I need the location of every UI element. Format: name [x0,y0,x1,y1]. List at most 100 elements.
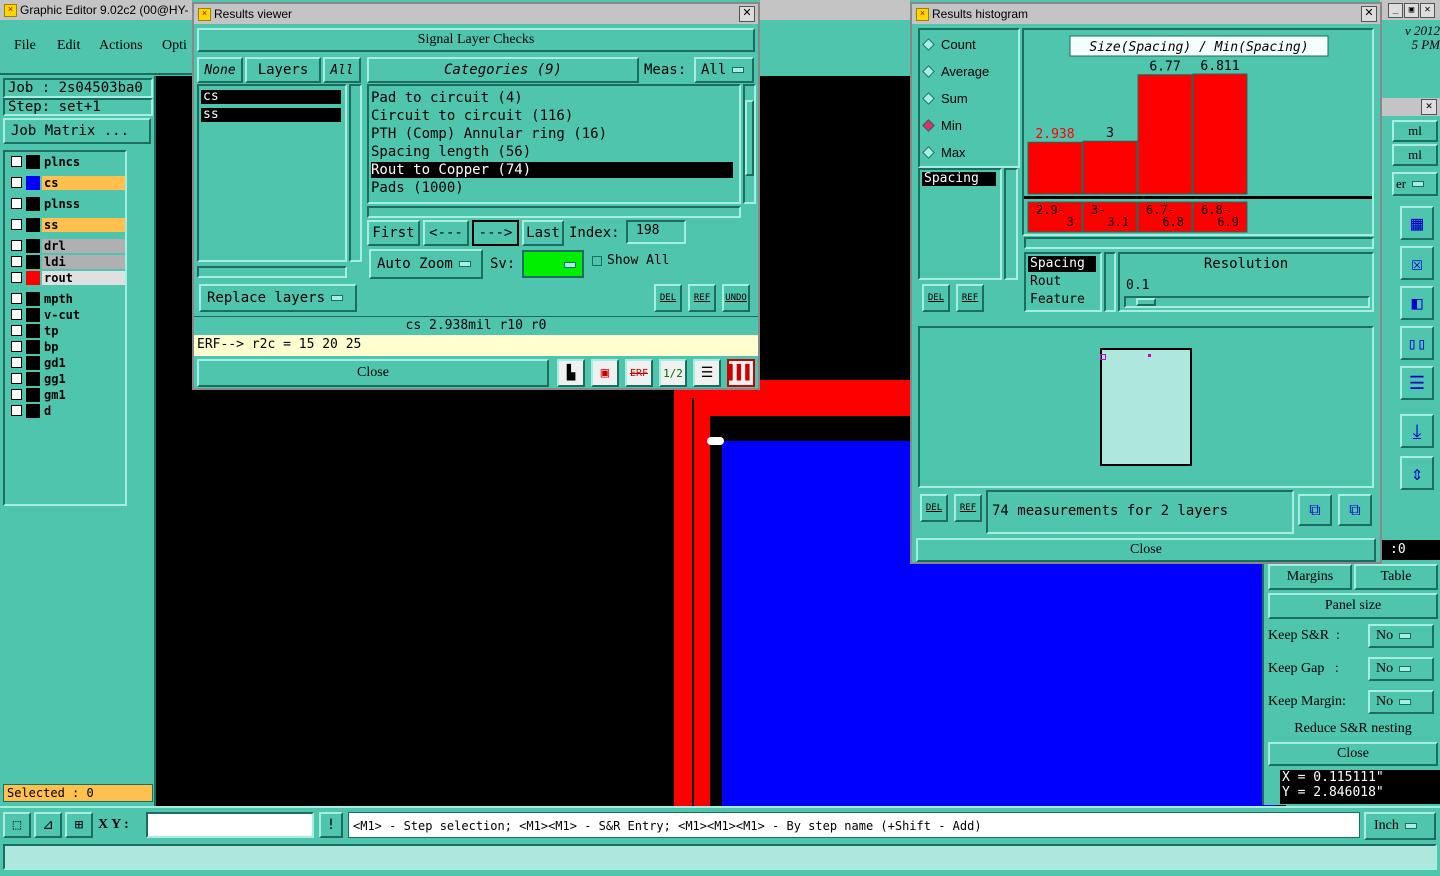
layer-checkbox[interactable] [11,325,22,336]
layer-item-ss[interactable]: ss [201,108,341,122]
close-icon[interactable]: ✕ [1361,6,1377,22]
list2[interactable]: Spacing Rout Feature [1024,252,1102,312]
units-dropdown[interactable]: Inch [1364,812,1436,840]
auto-zoom-dropdown[interactable]: Auto Zoom [369,249,483,279]
layer-checkbox[interactable] [11,219,22,230]
report-icon[interactable]: ▣ [591,359,619,387]
category-list-vscroll[interactable] [743,84,756,204]
layer-row[interactable]: mpth [7,291,125,306]
layer-row[interactable]: ldi [7,254,125,269]
list2-item-feature[interactable]: Feature [1030,292,1085,307]
layer-checkbox[interactable] [11,309,22,320]
layer-item-cs[interactable]: cs [201,90,341,104]
histogram-bar[interactable] [1192,73,1248,195]
none-button[interactable]: None [197,57,243,83]
aggregate-option[interactable]: Max [922,144,966,160]
erf-icon[interactable]: ERF [625,359,653,387]
preview-del-button[interactable]: DEL [920,494,948,522]
slider-thumb[interactable] [1136,298,1156,306]
aggregate-option[interactable]: Sum [922,90,968,106]
histogram-icon[interactable]: ▌▌▌ [727,359,755,387]
last-button[interactable]: Last [522,220,564,246]
layer-row[interactable]: bp [7,339,125,354]
grid-icon[interactable]: ▦ [1400,206,1434,240]
ml-button-1[interactable]: ml [1392,120,1438,142]
layer-row[interactable]: gd1 [7,355,125,370]
aggregate-option[interactable]: Min [922,117,962,133]
aggregate-option[interactable]: Count [922,36,976,52]
layer-row[interactable]: v-cut [7,307,125,322]
steps-icon[interactable]: 1/2 [659,359,687,387]
list2-item-spacing[interactable]: Spacing [1028,256,1096,272]
aggregate-option[interactable]: Average [922,63,989,79]
menu-options[interactable]: Opti [162,38,187,54]
xy-input[interactable] [146,812,314,838]
notes-icon[interactable]: ☰ [693,359,721,387]
layer-checkbox[interactable] [11,357,22,368]
histogram-bar[interactable] [1137,74,1193,195]
results-viewer-close-button[interactable]: Close [197,359,549,387]
category-item[interactable]: Circuit to circuit (116) [371,108,733,124]
close-icon[interactable]: ✕ [1421,99,1437,115]
all-layers-button[interactable]: All [323,57,361,83]
table-button[interactable]: Table [1354,564,1438,590]
histogram-hscroll[interactable] [1024,237,1374,249]
layer-checkbox[interactable] [11,156,22,167]
histogram-close-button[interactable]: Close [916,538,1376,562]
layer-results-list[interactable]: cs ss [197,84,347,262]
layer-checkbox[interactable] [11,240,22,251]
layer-row[interactable]: ss [7,217,125,232]
undo-button[interactable]: UNDO [722,284,750,312]
minimize-icon[interactable]: _ [1388,3,1403,18]
category-list[interactable]: Pad to circuit (4) Circuit to circuit (11… [367,84,741,204]
zoom-in-icon[interactable]: ⧉ [1298,494,1332,526]
scroll-thumb[interactable] [745,100,754,176]
index-field[interactable]: 198 [626,220,686,244]
list2-item-rout[interactable]: Rout [1030,274,1061,289]
histogram-bar[interactable] [1027,141,1083,195]
layer-row[interactable]: gm1 [7,387,125,402]
previous-button[interactable]: <--- [423,220,469,246]
layer-row[interactable]: plncs [7,154,125,169]
layer-row[interactable]: gg1 [7,371,125,386]
show-all-checkbox[interactable] [592,256,602,266]
layer-row[interactable]: cs [7,175,125,190]
compress-icon[interactable]: ⇕ [1400,456,1434,490]
arrow-down-icon[interactable]: ⤓ [1400,414,1434,448]
first-button[interactable]: First [367,220,420,246]
align-icon[interactable]: ☰ [1400,366,1434,400]
ref-button[interactable]: REF [688,284,716,312]
layer-checkbox[interactable] [11,256,22,267]
replace-layers-dropdown[interactable]: Replace layers [199,284,357,312]
zoom-out-icon[interactable]: ⧉ [1338,494,1372,526]
category-item[interactable]: Pads (1000) [371,180,733,196]
layers-button[interactable]: Layers [245,57,321,83]
cross-box-icon[interactable]: ☒ [1400,246,1434,280]
layer-list-vscroll[interactable] [349,84,362,262]
del-button[interactable]: DEL [654,284,682,312]
keep-margin-dropdown[interactable]: No [1368,690,1434,714]
category-item[interactable]: Rout to Copper (74) [371,162,733,178]
layer-row[interactable]: d [7,403,125,418]
measure-icon[interactable]: ⊿ [34,812,62,838]
measure-item-spacing[interactable]: Spacing [922,172,996,186]
rotate-icon[interactable]: ◧ [1400,286,1434,320]
graph-icon[interactable]: ▙ [557,359,585,387]
hist-ref-button[interactable]: REF [956,284,984,312]
close-icon[interactable]: ✕ [739,6,755,22]
layer-checkbox[interactable] [11,405,22,416]
distribute-icon[interactable]: ▯▯ [1400,326,1434,360]
ml-button-2[interactable]: ml [1392,144,1438,166]
layer-checkbox[interactable] [11,272,22,283]
layer-checkbox[interactable] [11,198,22,209]
layer-row[interactable]: drl [7,238,125,253]
measure-list-vscroll[interactable] [1004,168,1018,280]
keep-sr-dropdown[interactable]: No [1368,624,1434,648]
resolution-slider[interactable] [1124,296,1370,308]
reduce-sr-nesting-label[interactable]: Reduce S&R nesting [1268,718,1438,740]
menu-edit[interactable]: Edit [57,38,80,54]
measure-list[interactable]: Spacing [918,168,1002,280]
next-button[interactable]: ---> [472,220,519,246]
layer-checkbox[interactable] [11,389,22,400]
layer-checkbox[interactable] [11,177,22,188]
